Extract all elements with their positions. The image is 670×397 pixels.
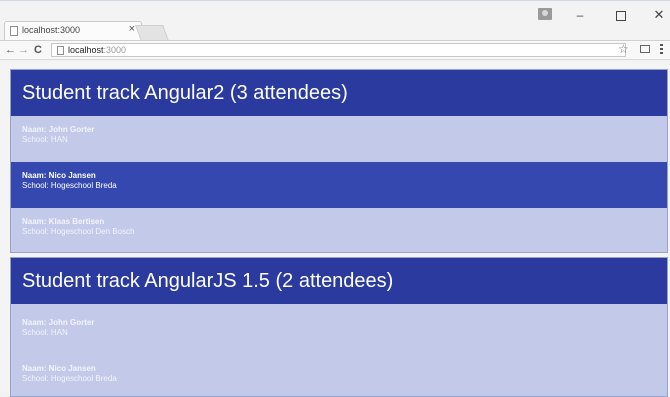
student-track-card: Student track Angular2 (3 attendees) Naa…	[10, 69, 668, 253]
browser-toolbar: ← → C localhost:3000 ☆	[0, 40, 670, 60]
track-title: Student track Angular2 (3 attendees)	[11, 70, 667, 116]
user-profile-icon[interactable]	[538, 8, 552, 20]
attendee-row[interactable]: Naam: John Gorter School: HAN	[11, 304, 667, 350]
cast-icon[interactable]	[640, 45, 650, 53]
url-port: :3000	[103, 45, 127, 55]
back-arrow-icon[interactable]: ←	[5, 43, 16, 57]
maximize-button[interactable]	[606, 8, 636, 22]
attendee-name: Naam: Nico Jansen	[22, 364, 96, 373]
bookmark-star-icon[interactable]: ☆	[618, 42, 629, 56]
attendee-school: School: HAN	[22, 328, 68, 337]
attendee-school: School: HAN	[22, 135, 68, 144]
attendee-row[interactable]: Naam: Nico Jansen School: Hogeschool Bre…	[11, 350, 667, 396]
tab-title: localhost:3000	[22, 25, 81, 35]
attendee-row-selected[interactable]: Naam: Nico Jansen School: Hogeschool Bre…	[11, 162, 667, 208]
attendee-name: Naam: Klaas Bertisen	[22, 217, 105, 226]
attendee-row[interactable]: Naam: John Gorter School: HAN	[11, 116, 667, 162]
menu-icon[interactable]	[660, 44, 663, 55]
attendee-school: School: Hogeschool Breda	[22, 181, 117, 190]
page-icon	[10, 26, 18, 36]
address-text[interactable]: localhost:3000	[68, 45, 126, 55]
attendee-name: Naam: Nico Jansen	[22, 171, 96, 180]
window-top-border	[0, 0, 670, 1]
url-host: localhost	[68, 45, 104, 55]
minimize-button[interactable]: –	[565, 8, 595, 22]
attendee-name: Naam: John Gorter	[22, 125, 95, 134]
attendee-school: School: Hogeschool Breda	[22, 374, 117, 383]
address-bar[interactable]: localhost:3000	[51, 43, 626, 57]
page-icon	[57, 46, 64, 55]
maximize-icon	[616, 11, 626, 21]
page-content: Student track Angular2 (3 attendees) Naa…	[0, 61, 670, 397]
forward-arrow-icon[interactable]: →	[18, 43, 29, 57]
student-track-card: Student track AngularJS 1.5 (2 attendees…	[10, 257, 668, 397]
new-tab-button[interactable]	[135, 25, 169, 41]
reload-icon[interactable]: C	[34, 43, 42, 57]
attendee-row[interactable]: Naam: Klaas Bertisen School: Hogeschool …	[11, 208, 667, 254]
attendee-name: Naam: John Gorter	[22, 318, 95, 327]
browser-tab-strip: localhost:3000 × – ✕	[0, 0, 670, 41]
track-title: Student track AngularJS 1.5 (2 attendees…	[11, 258, 667, 304]
browser-tab[interactable]: localhost:3000 ×	[4, 21, 142, 41]
window-close-button[interactable]: ✕	[644, 8, 670, 22]
attendee-school: School: Hogeschool Den Bosch	[22, 227, 135, 236]
